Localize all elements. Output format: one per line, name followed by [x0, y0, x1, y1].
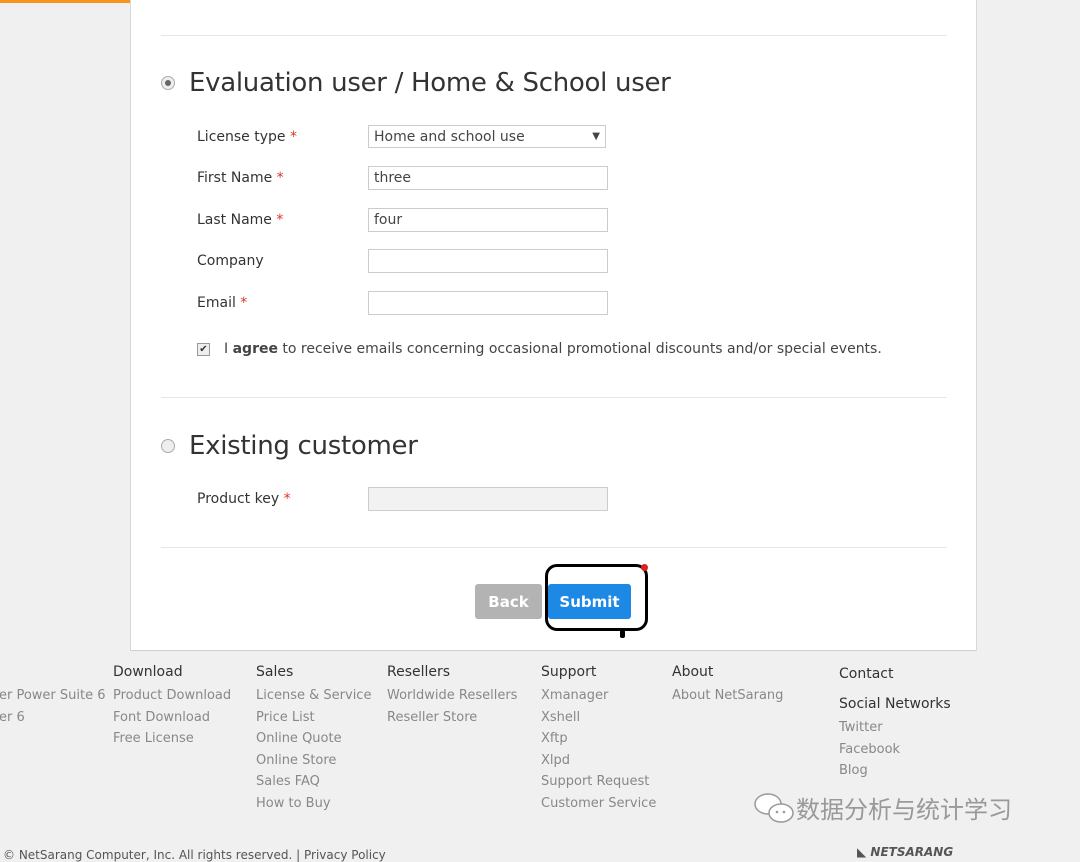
- existing-section-header[interactable]: Existing customer: [161, 431, 418, 461]
- footer-link[interactable]: Xshell: [541, 707, 656, 729]
- company-row: Company: [197, 249, 608, 273]
- last-name-input[interactable]: [368, 208, 608, 232]
- footer-link-facebook[interactable]: Facebook: [839, 739, 951, 761]
- divider: [161, 547, 947, 548]
- logo-swoosh-icon: ◣: [857, 845, 867, 859]
- agree-row: ✔ I agree to receive emails concerning o…: [197, 341, 882, 357]
- agree-bold: agree: [232, 341, 278, 357]
- footer-column-contact: Contact Social Networks Twitter Facebook…: [839, 664, 951, 782]
- footer-link[interactable]: License & Service: [256, 685, 371, 707]
- last-name-row: Last Name *: [197, 208, 608, 232]
- footer-heading: Support: [541, 664, 597, 680]
- required-mark: *: [276, 212, 284, 228]
- footer-link[interactable]: Product Download: [113, 685, 231, 707]
- evaluation-radio[interactable]: [161, 76, 175, 90]
- footer-link[interactable]: Xftp: [541, 728, 656, 750]
- footer-link[interactable]: Online Store: [256, 750, 371, 772]
- back-button[interactable]: Back: [475, 584, 542, 619]
- logo-text: NETSARANG: [870, 845, 954, 859]
- agree-pre: I: [224, 341, 233, 357]
- footer-contact[interactable]: Contact: [839, 666, 951, 682]
- product-key-row: Product key *: [197, 487, 608, 511]
- field-label: Product key: [197, 491, 280, 507]
- license-type-row: License type * Home and school use ▼: [197, 125, 606, 148]
- watermark-text: 数据分析与统计学习: [796, 796, 1012, 824]
- footer-link[interactable]: Price List: [256, 707, 371, 729]
- annotation-circle: [545, 564, 648, 638]
- footer-link[interactable]: Customer Service: [541, 793, 656, 815]
- footer-link-blog[interactable]: Blog: [839, 760, 951, 782]
- form-panel: Evaluation user / Home & School user Lic…: [130, 0, 977, 651]
- required-mark: *: [289, 128, 297, 145]
- company-input[interactable]: [368, 249, 608, 273]
- first-name-row: First Name *: [197, 166, 608, 190]
- field-label: License type: [197, 128, 286, 145]
- footer-link[interactable]: Worldwide Resellers: [387, 685, 517, 707]
- footer-column-resellers: Resellers Worldwide Resellers Reseller Sto…: [387, 664, 517, 728]
- footer-link[interactable]: er 6: [0, 707, 106, 729]
- dropdown-arrow-icon: ▼: [592, 131, 600, 142]
- copyright-text: © NetSarang Computer, Inc. All rights re…: [3, 848, 293, 862]
- annotation-tail: [620, 630, 625, 638]
- existing-radio[interactable]: [161, 439, 175, 453]
- footer-link-twitter[interactable]: Twitter: [839, 717, 951, 739]
- agree-rest: to receive emails concerning occasional …: [277, 341, 882, 357]
- email-row: Email *: [197, 291, 608, 315]
- footer-heading: Social Networks: [839, 696, 951, 712]
- annotation-dot: [641, 564, 648, 571]
- evaluation-section-header[interactable]: Evaluation user / Home & School user: [161, 68, 671, 98]
- footer-link[interactable]: er Power Suite 6: [0, 685, 106, 707]
- footer-column-about: About About NetSarang: [672, 664, 783, 707]
- footer-link[interactable]: Xlpd: [541, 750, 656, 772]
- footer-link[interactable]: Xmanager: [541, 685, 656, 707]
- footer-link[interactable]: About NetSarang: [672, 685, 783, 707]
- section-title: Existing customer: [189, 431, 418, 461]
- divider: [161, 35, 947, 36]
- footer-heading-blank: [0, 664, 106, 680]
- footer-link[interactable]: Sales FAQ: [256, 771, 371, 793]
- wechat-icon: [754, 792, 794, 823]
- divider: [161, 397, 947, 398]
- footer-heading: Sales: [256, 664, 294, 680]
- privacy-policy-link[interactable]: Privacy Policy: [304, 848, 386, 862]
- netsarang-logo: ◣ NETSARANG: [857, 845, 953, 859]
- agree-text: I agree to receive emails concerning occ…: [224, 341, 882, 357]
- footer-heading: About: [672, 664, 714, 680]
- field-label: Email: [197, 295, 236, 311]
- required-mark: *: [240, 295, 248, 311]
- license-type-select[interactable]: Home and school use ▼: [368, 125, 606, 148]
- footer-link[interactable]: Support Request: [541, 771, 656, 793]
- field-label: First Name: [197, 170, 273, 186]
- section-title: Evaluation user / Home & School user: [189, 68, 671, 98]
- footer-link[interactable]: Online Quote: [256, 728, 371, 750]
- footer-link[interactable]: Free License: [113, 728, 231, 750]
- copyright: © NetSarang Computer, Inc. All rights re…: [3, 848, 386, 862]
- field-label: Last Name: [197, 212, 272, 228]
- footer-column-sales: Sales License & Service Price List Online Q…: [256, 664, 371, 814]
- required-mark: *: [283, 491, 291, 507]
- footer-link[interactable]: Reseller Store: [387, 707, 517, 729]
- wechat-watermark: 数据分析与统计学习: [752, 790, 1012, 825]
- first-name-input[interactable]: [368, 166, 608, 190]
- footer-column-support: Support Xmanager Xshell Xftp Xlpd Support Req…: [541, 664, 656, 814]
- footer-column-download: Download Product Download Font Download Fre…: [113, 664, 231, 750]
- agree-checkbox[interactable]: ✔: [197, 342, 210, 356]
- footer-link[interactable]: Font Download: [113, 707, 231, 729]
- email-input[interactable]: [368, 291, 608, 315]
- required-mark: *: [276, 170, 284, 186]
- footer-heading: Download: [113, 664, 183, 680]
- field-label: Company: [197, 253, 264, 269]
- footer-link[interactable]: How to Buy: [256, 793, 371, 815]
- footer-column-partial: er Power Suite 6 er 6: [0, 664, 106, 728]
- product-key-input[interactable]: [368, 487, 608, 511]
- selected-value: Home and school use: [374, 128, 525, 145]
- footer-heading: Resellers: [387, 664, 451, 680]
